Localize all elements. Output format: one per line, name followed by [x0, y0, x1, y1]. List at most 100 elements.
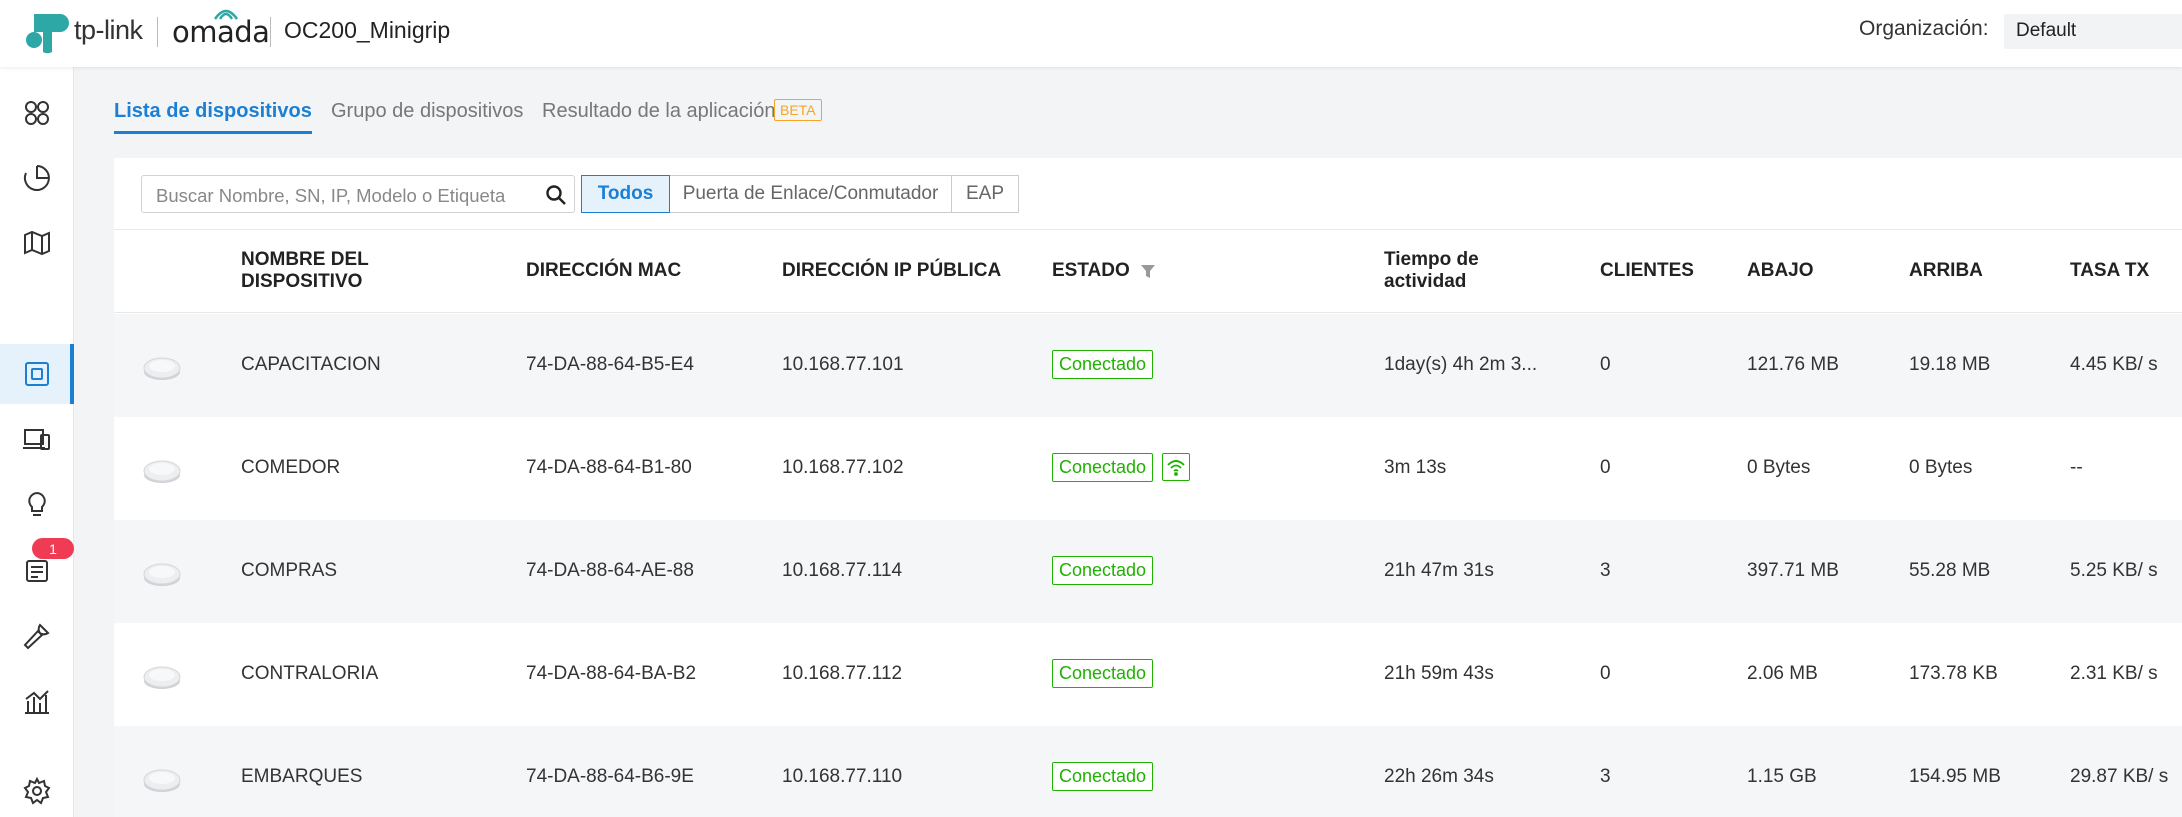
- col-up[interactable]: ARRIBA: [1909, 260, 1983, 282]
- uptime: 3m 13s: [1384, 457, 1447, 478]
- reports-icon: [25, 690, 49, 714]
- public-ip: 10.168.77.101: [782, 354, 904, 375]
- wireless-uplink-badge: [1162, 453, 1190, 481]
- table-row[interactable]: EMBARQUES 74-DA-88-64-B6-9E 10.168.77.11…: [114, 726, 2182, 817]
- nav-logs[interactable]: 1: [0, 538, 74, 600]
- dashboard-icon: [25, 101, 49, 125]
- nav-map[interactable]: [0, 213, 74, 273]
- device-name[interactable]: CAPACITACION: [241, 354, 381, 376]
- table-row[interactable]: COMEDOR 74-DA-88-64-B1-80 10.168.77.102 …: [114, 417, 2182, 520]
- tx-rate: 2.31 KB/ s: [2070, 663, 2158, 684]
- col-status[interactable]: ESTADO: [1052, 260, 1130, 282]
- devices-icon: [25, 362, 49, 386]
- status-badge: Conectado: [1052, 659, 1154, 688]
- download: 121.76 MB: [1747, 354, 1839, 375]
- search-icon[interactable]: [545, 184, 567, 206]
- clients-count: 0: [1600, 457, 1611, 478]
- device-list-card: Buscar Nombre, SN, IP, Modelo o Etiqueta…: [114, 158, 2182, 817]
- wifi-icon: [1167, 460, 1185, 476]
- col-clients[interactable]: CLIENTES: [1600, 260, 1694, 282]
- public-ip: 10.168.77.112: [782, 663, 903, 684]
- tx-rate: 5.25 KB/ s: [2070, 560, 2158, 581]
- uptime: 22h 26m 34s: [1384, 766, 1494, 787]
- sidebar: 1: [0, 67, 74, 817]
- table-row[interactable]: CONTRALORIA 74-DA-88-64-BA-B2 10.168.77.…: [114, 623, 2182, 726]
- nav-reports[interactable]: [0, 672, 74, 732]
- search-input[interactable]: Buscar Nombre, SN, IP, Modelo o Etiqueta: [141, 175, 575, 213]
- brand-omada: omada: [172, 15, 270, 49]
- uptime: 21h 47m 31s: [1384, 560, 1494, 581]
- mac-address: 74-DA-88-64-B5-E4: [526, 354, 694, 375]
- mac-address: 74-DA-88-64-B1-80: [526, 457, 692, 478]
- upload: 173.78 KB: [1909, 663, 1998, 684]
- insight-icon: [28, 491, 46, 516]
- filter-icon[interactable]: [1140, 263, 1156, 279]
- tab-device-list[interactable]: Lista de dispositivos: [114, 100, 312, 134]
- status-badge: Conectado: [1052, 556, 1154, 585]
- uptime: 21h 59m 43s: [1384, 663, 1494, 684]
- col-public-ip[interactable]: DIRECCIÓN IP PÚBLICA: [782, 260, 1001, 282]
- table-header: NOMBRE DEL DISPOSITIVO DIRECCIÓN MAC DIR…: [114, 229, 2182, 313]
- tp-link-logo-icon: [26, 14, 69, 54]
- map-icon: [24, 230, 50, 256]
- nav-tools[interactable]: [0, 606, 74, 666]
- download: 0 Bytes: [1747, 457, 1811, 478]
- mac-address: 74-DA-88-64-AE-88: [526, 560, 694, 581]
- tx-rate: --: [2070, 457, 2083, 478]
- org-label: Organización:: [1859, 17, 1989, 40]
- clients-count: 3: [1600, 560, 1611, 581]
- access-point-icon: [143, 666, 181, 689]
- device-name[interactable]: CONTRALORIA: [241, 663, 378, 685]
- col-mac[interactable]: DIRECCIÓN MAC: [526, 260, 681, 282]
- nav-devices[interactable]: [0, 344, 74, 404]
- nav-clients[interactable]: [0, 409, 74, 469]
- mac-address: 74-DA-88-64-B6-9E: [526, 766, 694, 787]
- top-header: tp-link omada OC200_Minigrip Organizació…: [0, 0, 2182, 67]
- filter-eap-button[interactable]: EAP: [951, 175, 1019, 213]
- header-divider: [270, 17, 271, 47]
- nav-insight[interactable]: [0, 475, 74, 535]
- uptime: 1day(s) 4h 2m 3...: [1384, 354, 1538, 375]
- col-tx-rate[interactable]: TASA TX: [2070, 260, 2149, 282]
- clients-icon: [23, 429, 50, 450]
- public-ip: 10.168.77.102: [782, 457, 904, 478]
- download: 2.06 MB: [1747, 663, 1818, 684]
- beta-badge: BETA: [774, 99, 822, 121]
- filter-gateway-switch-button[interactable]: Puerta de Enlace/Conmutador: [669, 175, 952, 213]
- col-device-name[interactable]: NOMBRE DEL DISPOSITIVO: [241, 249, 401, 293]
- logs-icon: [26, 560, 48, 582]
- table-row[interactable]: CAPACITACION 74-DA-88-64-B5-E4 10.168.77…: [114, 314, 2182, 417]
- access-point-icon: [143, 460, 181, 483]
- tools-icon: [23, 623, 50, 650]
- header-divider: [157, 17, 158, 47]
- nav-statistics[interactable]: [0, 148, 74, 208]
- access-point-icon: [143, 357, 181, 380]
- filter-all-button[interactable]: Todos: [581, 175, 670, 213]
- table-row[interactable]: COMPRAS 74-DA-88-64-AE-88 10.168.77.114 …: [114, 520, 2182, 623]
- tx-rate: 4.45 KB/ s: [2070, 354, 2158, 375]
- col-down[interactable]: ABAJO: [1747, 260, 1814, 282]
- col-uptime[interactable]: Tiempo de actividad: [1384, 249, 1514, 293]
- access-point-icon: [143, 769, 181, 792]
- clients-count: 3: [1600, 766, 1611, 787]
- status-badge: Conectado: [1052, 453, 1154, 482]
- org-select[interactable]: Default: [2004, 14, 2182, 49]
- clients-count: 0: [1600, 663, 1611, 684]
- status-badge: Conectado: [1052, 350, 1154, 379]
- brand-tplink: tp-link: [74, 15, 143, 45]
- device-name[interactable]: EMBARQUES: [241, 766, 362, 788]
- upload: 154.95 MB: [1909, 766, 2001, 787]
- notification-badge: 1: [32, 538, 74, 559]
- public-ip: 10.168.77.114: [782, 560, 903, 581]
- device-name[interactable]: COMPRAS: [241, 560, 337, 582]
- upload: 55.28 MB: [1909, 560, 1991, 581]
- site-name[interactable]: OC200_Minigrip: [284, 17, 450, 44]
- nav-settings[interactable]: [0, 761, 74, 817]
- public-ip: 10.168.77.110: [782, 766, 903, 787]
- tab-app-result[interactable]: Resultado de la aplicación: [542, 100, 776, 134]
- nav-dashboard[interactable]: [0, 83, 74, 143]
- tab-device-group[interactable]: Grupo de dispositivos: [331, 100, 523, 134]
- upload: 0 Bytes: [1909, 457, 1973, 478]
- settings-icon: [23, 776, 51, 805]
- device-name[interactable]: COMEDOR: [241, 457, 340, 479]
